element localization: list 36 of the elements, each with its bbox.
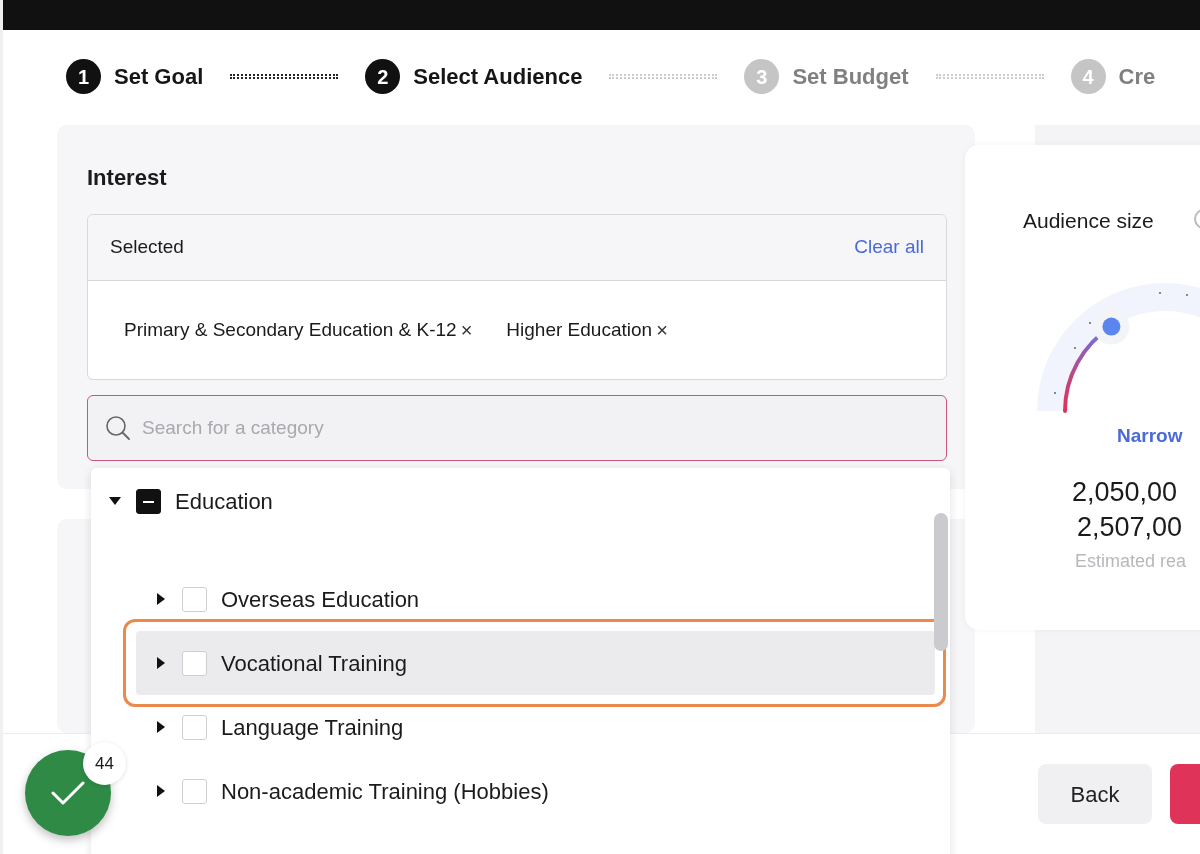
step-label[interactable]: Set Goal [114, 60, 204, 93]
audience-size-title: Audience size [1023, 208, 1154, 234]
checkbox[interactable] [136, 488, 161, 514]
step-number: 4 [1070, 59, 1106, 94]
back-button[interactable]: Back [1038, 764, 1152, 824]
section-title: Interest [87, 164, 168, 192]
step-label[interactable]: Cre [1118, 60, 1156, 93]
tree-item-label[interactable]: Language Training [221, 710, 404, 744]
search-icon [105, 415, 131, 441]
tree-item[interactable]: Non-academic Training (Hobbies) [136, 759, 935, 823]
step-number: 2 [365, 59, 401, 94]
tree-item[interactable]: Language Training [136, 695, 935, 759]
step-number: 3 [744, 59, 780, 94]
tree-item[interactable]: Vocational Training [136, 631, 935, 695]
audience-range-high: 2,507,00 [1077, 511, 1183, 544]
search-field[interactable]: Search for a category [87, 395, 947, 461]
remove-button[interactable]: × [456, 320, 473, 340]
selected-label: Selected [110, 235, 184, 260]
tree-item-label[interactable]: Overseas Education [221, 582, 420, 616]
step-label[interactable]: Set Budget [792, 60, 909, 93]
audience-range-low: 2,050,00 [1072, 476, 1178, 509]
step-label[interactable]: Select Audience [413, 60, 583, 93]
checkmark-icon [51, 780, 85, 806]
clear-all-link[interactable]: Clear all [854, 233, 924, 262]
estimate-caption: Estimated rea [1075, 550, 1187, 573]
tree-item-label[interactable]: Non-academic Training (Hobbies) [221, 774, 549, 808]
tree-item-label[interactable]: Vocational Training [221, 646, 407, 680]
scrollbar-thumb[interactable] [934, 513, 948, 651]
info-icon [1193, 208, 1200, 230]
chip-label: Higher Education [506, 317, 653, 342]
step-number: 1 [66, 59, 101, 94]
tree-item[interactable]: Overseas Education [136, 567, 935, 631]
audience-rating: Narrow [1117, 424, 1183, 448]
chip-label: Primary & Secondary Education & K-12 [124, 317, 457, 342]
tree-item-label[interactable]: Education [175, 484, 273, 518]
remove-button[interactable]: × [652, 320, 668, 340]
